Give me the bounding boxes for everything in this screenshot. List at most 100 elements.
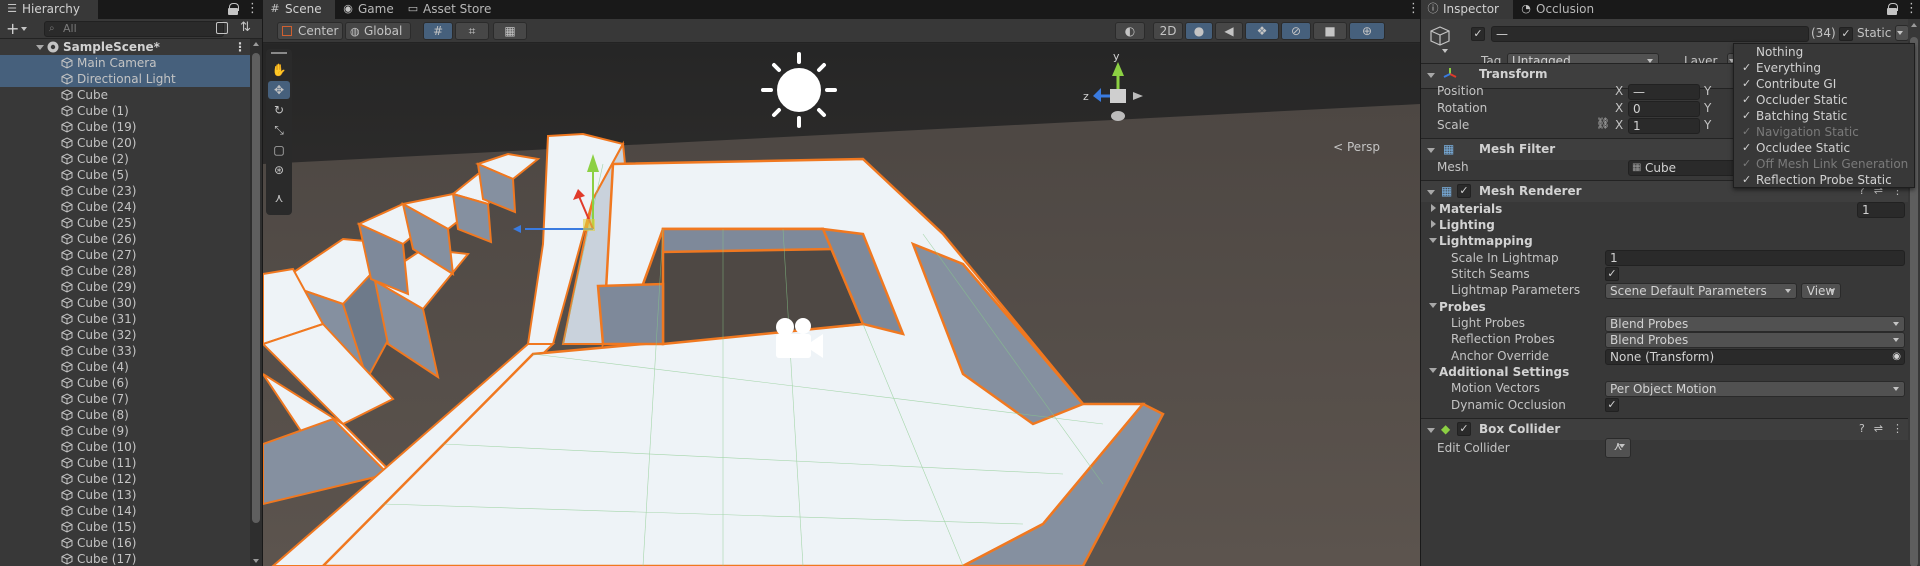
rect-tool-button[interactable]: ▢ [268, 141, 290, 159]
hierarchy-item[interactable]: Cube (12) [0, 471, 250, 487]
motion-vectors-dropdown[interactable]: Per Object Motion [1605, 381, 1905, 397]
hierarchy-item[interactable]: Cube (11) [0, 455, 250, 471]
scroll-down-icon[interactable] [253, 559, 259, 563]
object-name-field[interactable]: — [1491, 26, 1809, 42]
icon-dropdown-icon[interactable] [1442, 49, 1448, 53]
scene-kebab-icon[interactable]: ⋮ [1407, 0, 1420, 19]
hidden-objects-toggle[interactable]: ⊘ [1281, 22, 1311, 40]
add-dropdown-icon[interactable] [21, 27, 27, 31]
tab-asset-store[interactable]: ▭ Asset Store [401, 0, 501, 19]
materials-fold-icon[interactable] [1431, 204, 1436, 212]
hierarchy-item[interactable]: Cube (19) [0, 119, 250, 135]
hierarchy-item[interactable]: Main Camera [0, 55, 250, 71]
audio-toggle-button[interactable]: ◀ [1215, 22, 1243, 40]
hierarchy-item[interactable]: Cube (4) [0, 359, 250, 375]
box-collider-enabled-checkbox[interactable]: ✓ [1457, 422, 1471, 436]
constrain-proportions-icon[interactable]: ⛓ [1596, 117, 1610, 130]
view-button[interactable]: View [1801, 283, 1841, 299]
scene-filter-icon[interactable] [216, 22, 228, 34]
hierarchy-item[interactable]: Cube (30) [0, 295, 250, 311]
fold-arrow-icon[interactable] [1427, 190, 1435, 195]
hierarchy-item[interactable]: Cube (15) [0, 519, 250, 535]
inspector-kebab-icon[interactable]: ⋮ [1905, 0, 1918, 19]
scale-x-field[interactable]: 1 [1628, 118, 1700, 134]
hierarchy-search-input[interactable]: ⌕ All [44, 21, 224, 37]
camera-settings-dropdown[interactable]: ■ [1313, 22, 1347, 40]
static-menu-item[interactable]: ✓ Occluder Static [1734, 92, 1914, 108]
tab-scene[interactable]: # Scene [263, 0, 335, 19]
static-dropdown[interactable] [1895, 25, 1909, 41]
hierarchy-item[interactable]: Cube (7) [0, 391, 250, 407]
fold-arrow-icon[interactable] [36, 45, 44, 50]
dynamic-occlusion-checkbox[interactable]: ✓ [1605, 398, 1619, 412]
lightmap-parameters-dropdown[interactable]: Scene Default Parameters [1605, 283, 1797, 299]
grid-snap-button[interactable]: # [423, 22, 453, 40]
hierarchy-item[interactable]: Cube (5) [0, 167, 250, 183]
hierarchy-item[interactable]: Cube (24) [0, 199, 250, 215]
materials-count-field[interactable]: 1 [1857, 202, 1905, 218]
hierarchy-item[interactable]: Cube (8) [0, 407, 250, 423]
hierarchy-item[interactable]: Directional Light [0, 71, 250, 87]
kebab-menu-icon[interactable]: ⋮ [246, 0, 259, 19]
anchor-override-field[interactable]: None (Transform) ◉ [1605, 349, 1905, 365]
custom-tool-button[interactable]: ⋏ [268, 189, 290, 207]
hierarchy-item[interactable]: Cube (16) [0, 535, 250, 551]
inspector-lock-icon[interactable] [1887, 3, 1898, 15]
add-icon[interactable]: + [6, 19, 19, 38]
hierarchy-item[interactable]: Cube (25) [0, 215, 250, 231]
rotation-x-field[interactable]: 0 [1628, 101, 1700, 117]
fold-arrow-icon[interactable] [1427, 428, 1435, 433]
hierarchy-item[interactable]: Cube (29) [0, 279, 250, 295]
space-mode-dropdown[interactable]: ◍ Global [345, 22, 411, 40]
static-menu-item[interactable]: Nothing [1734, 44, 1914, 60]
component-actions-icons[interactable]: ?⇌⋮ [1852, 422, 1912, 436]
hierarchy-item[interactable]: Cube (14) [0, 503, 250, 519]
hierarchy-item[interactable]: Cube (27) [0, 247, 250, 263]
increment-snap-button[interactable]: ⌗ [455, 22, 489, 40]
hierarchy-scroll-thumb[interactable] [252, 53, 260, 523]
move-tool-button[interactable]: ✥ [268, 81, 290, 99]
scale-tool-button[interactable]: ⤡ [268, 121, 290, 139]
hierarchy-item[interactable]: Cube (13) [0, 487, 250, 503]
hierarchy-item[interactable]: Cube (28) [0, 263, 250, 279]
static-checkbox[interactable]: ✓ [1839, 27, 1853, 41]
hierarchy-item[interactable]: Cube (23) [0, 183, 250, 199]
fold-arrow-icon[interactable] [1427, 148, 1435, 153]
active-checkbox[interactable]: ✓ [1471, 27, 1485, 41]
scene-kebab-icon[interactable]: ⋮ [234, 39, 246, 55]
hierarchy-item[interactable]: Cube (2) [0, 151, 250, 167]
effects-dropdown[interactable]: ❖ [1245, 22, 1279, 40]
drag-handle-icon[interactable] [271, 52, 287, 54]
gizmos-dropdown[interactable]: ⊕ [1349, 22, 1385, 40]
pivot-mode-dropdown[interactable]: Center [277, 22, 343, 40]
tab-occlusion[interactable]: ◔ Occlusion [1514, 0, 1606, 19]
grid-visibility-button[interactable]: ▦ [493, 22, 527, 40]
hand-tool-button[interactable]: ✋ [268, 61, 290, 79]
hierarchy-item[interactable]: Cube (6) [0, 375, 250, 391]
scroll-up-icon[interactable] [1911, 23, 1917, 27]
hierarchy-item[interactable]: Cube (20) [0, 135, 250, 151]
hierarchy-item[interactable]: Cube (32) [0, 327, 250, 343]
hierarchy-item[interactable]: Cube (17) [0, 551, 250, 566]
hierarchy-item[interactable]: Cube (31) [0, 311, 250, 327]
transform-tool-button[interactable]: ⊛ [268, 161, 290, 179]
static-menu-item[interactable]: ✓ Everything [1734, 60, 1914, 76]
static-menu-item[interactable]: ✓ Contribute GI [1734, 76, 1914, 92]
projection-toggle[interactable]: < Persp [1333, 140, 1380, 154]
hierarchy-item[interactable]: Cube (1) [0, 103, 250, 119]
hierarchy-item[interactable]: Cube [0, 87, 250, 103]
light-probes-dropdown[interactable]: Blend Probes [1605, 316, 1905, 332]
scale-in-lightmap-field[interactable]: 1 [1605, 250, 1905, 266]
stitch-seams-checkbox[interactable]: ✓ [1605, 267, 1619, 281]
scroll-up-icon[interactable] [253, 42, 259, 46]
hierarchy-item[interactable]: Cube (9) [0, 423, 250, 439]
hierarchy-item[interactable]: Cube (33) [0, 343, 250, 359]
lighting-toggle-button[interactable]: ● [1185, 22, 1213, 40]
static-menu-item[interactable]: ✓ Batching Static [1734, 108, 1914, 124]
static-menu-item[interactable]: ✓ Occludee Static [1734, 140, 1914, 156]
position-x-field[interactable]: — [1628, 84, 1700, 100]
object-picker-icon[interactable]: ◉ [1892, 350, 1901, 364]
fold-arrow-icon[interactable] [1427, 73, 1435, 78]
reflection-probes-dropdown[interactable]: Blend Probes [1605, 332, 1905, 348]
rotate-tool-button[interactable]: ↻ [268, 101, 290, 119]
